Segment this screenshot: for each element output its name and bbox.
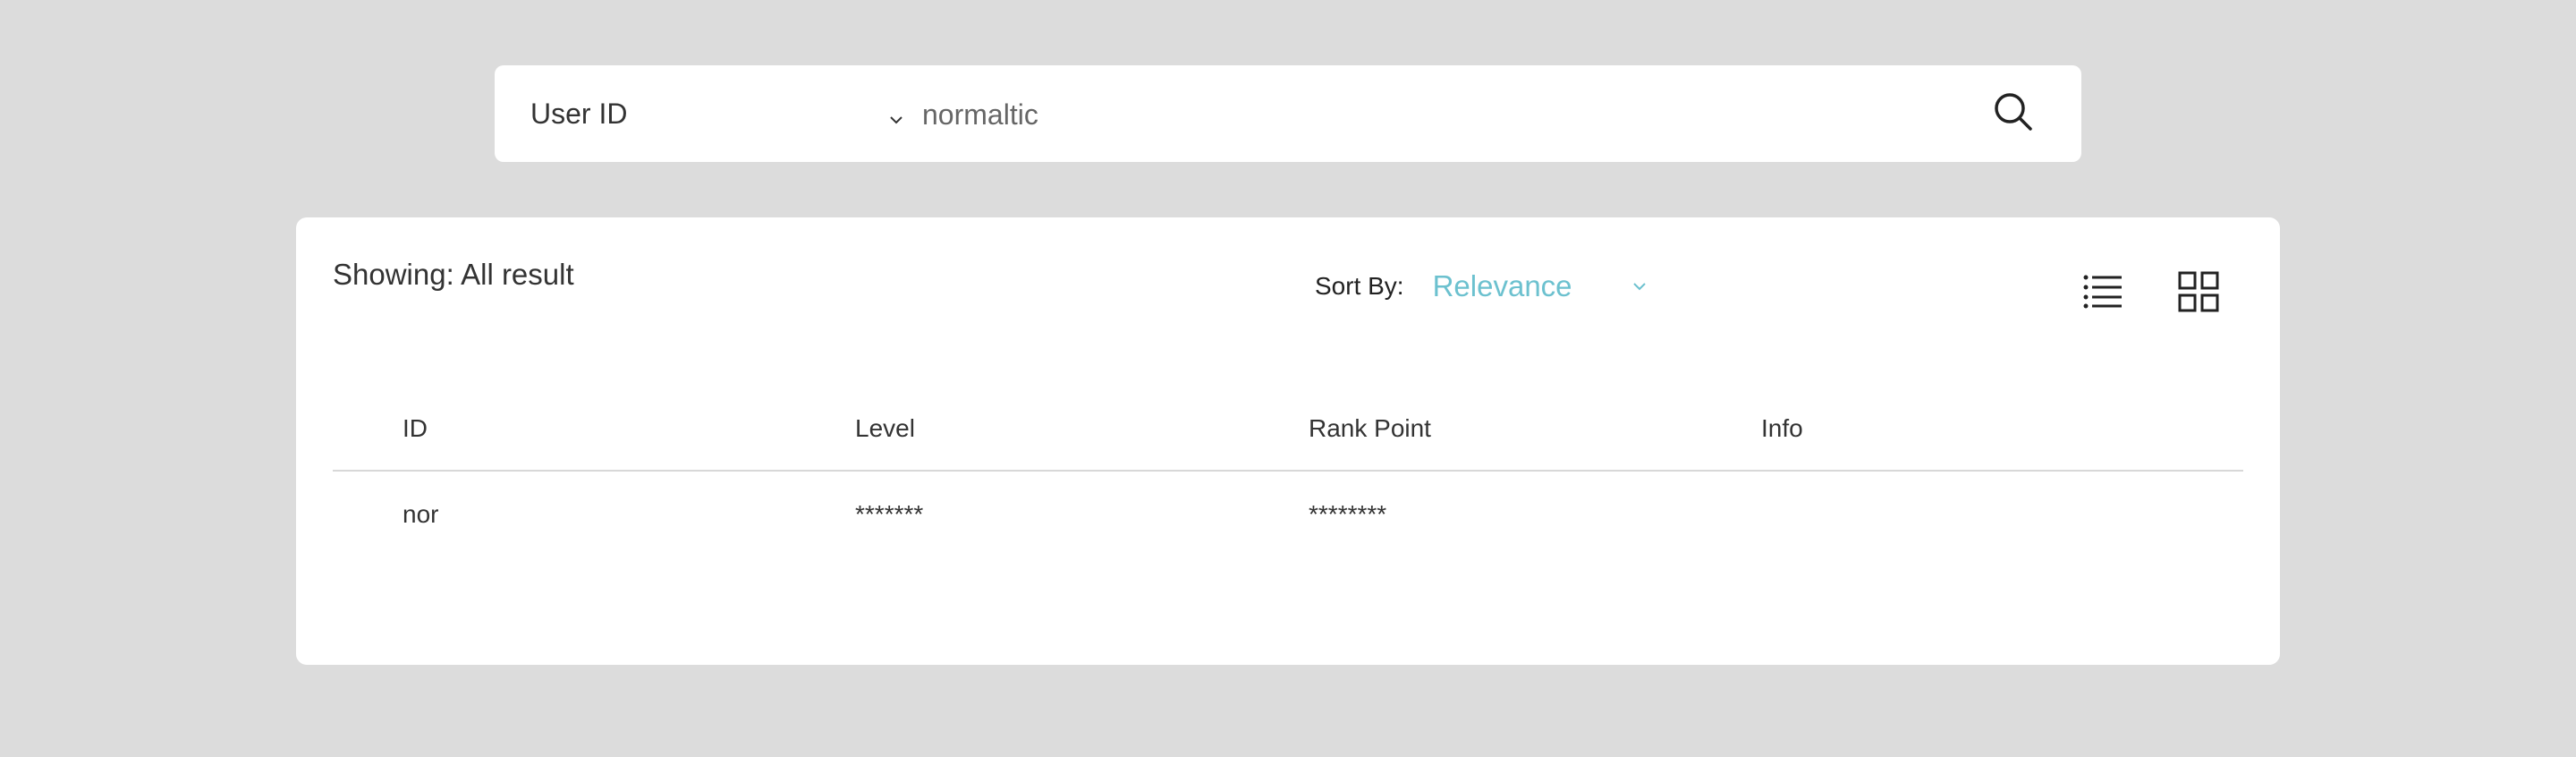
table-row[interactable]: nor ******* ******** <box>333 500 2243 545</box>
column-header-level: Level <box>855 414 915 442</box>
search-field-label: User ID <box>530 97 628 130</box>
search-field-select[interactable]: User ID <box>530 65 906 162</box>
search-bar: User ID <box>495 65 2081 162</box>
sort-select[interactable]: Relevance <box>1433 269 1630 303</box>
column-header-info: Info <box>1761 414 1803 442</box>
grid-view-icon <box>2178 271 2219 316</box>
cell-id: nor <box>402 500 439 528</box>
sort-control: Sort By: Relevance <box>1315 269 1649 303</box>
list-view-icon <box>2082 275 2123 312</box>
search-button[interactable] <box>1990 90 2037 137</box>
column-header-rank-point: Rank Point <box>1309 414 1431 442</box>
cell-rank-point: ******** <box>1309 500 1387 528</box>
column-header-id: ID <box>402 414 428 442</box>
chevron-down-icon[interactable] <box>1630 276 1649 296</box>
list-view-button[interactable] <box>2082 273 2123 309</box>
grid-view-button[interactable] <box>2178 271 2219 312</box>
cell-level: ******* <box>855 500 924 528</box>
sort-label: Sort By: <box>1315 272 1404 300</box>
results-panel: Showing: All result Sort By: Relevance I… <box>296 217 2280 665</box>
chevron-down-icon <box>886 104 906 124</box>
table-header: ID Level Rank Point Info <box>333 414 2243 472</box>
search-input[interactable] <box>920 87 1953 142</box>
showing-label: Showing: All result <box>333 258 574 291</box>
search-icon <box>1993 91 2034 137</box>
